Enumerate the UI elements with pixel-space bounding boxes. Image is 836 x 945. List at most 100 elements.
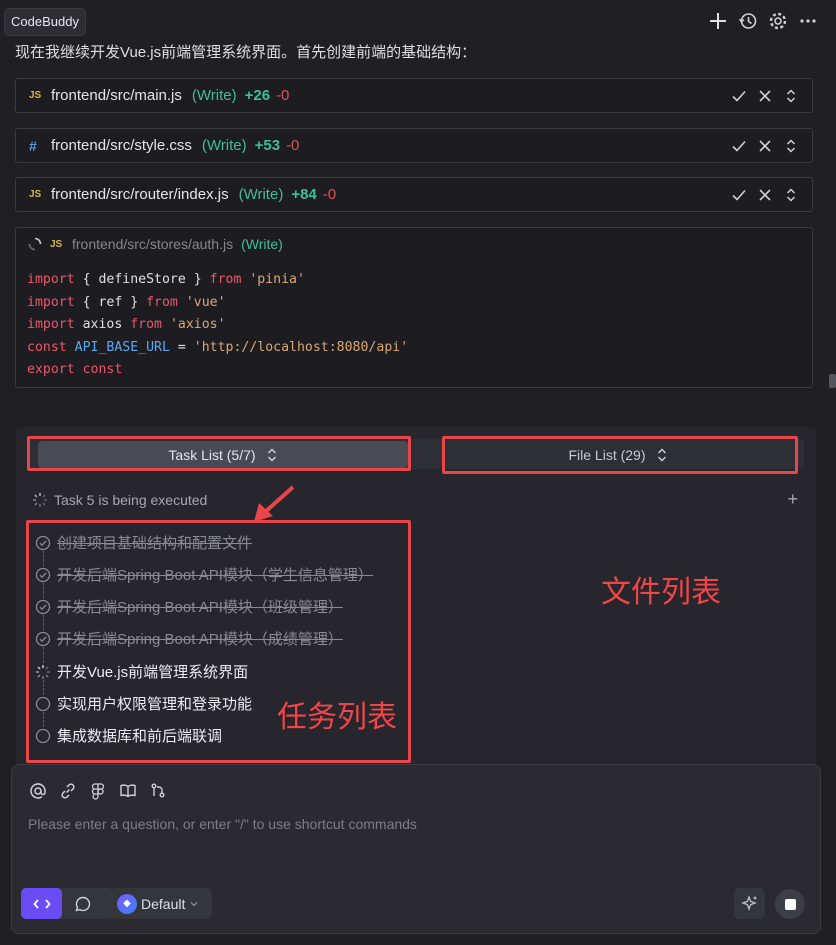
history-icon[interactable] [737, 10, 759, 32]
annotation-box-file-tab [442, 436, 798, 474]
file-card[interactable]: JS frontend/src/router/index.js (Write) … [15, 177, 813, 212]
reject-icon[interactable] [754, 85, 776, 107]
at-icon[interactable] [28, 781, 48, 801]
code-token: 'http://localhost:8080/api' [193, 339, 409, 355]
scrollbar-thumb[interactable] [829, 374, 836, 388]
branch-icon[interactable] [148, 781, 168, 801]
accept-icon[interactable] [728, 85, 750, 107]
stop-button[interactable] [775, 889, 805, 919]
enhance-prompt-button[interactable] [734, 888, 765, 919]
code-token: const [82, 362, 123, 378]
file-card[interactable]: JS frontend/src/main.js (Write) +26 -0 [15, 78, 813, 113]
check-circle-icon [35, 599, 51, 615]
lines-removed: -0 [286, 137, 300, 154]
app-title-tab[interactable]: CodeBuddy [4, 8, 86, 36]
task-label: 开发后端Spring Boot API模块（成绩管理） [57, 631, 343, 648]
file-action: (Write) [201, 137, 247, 154]
file-name[interactable]: frontend/src/main.js [51, 87, 182, 104]
expand-icon[interactable] [780, 85, 802, 107]
task-item[interactable]: 集成数据库和前后端联调 [35, 725, 222, 746]
code-token: 'axios' [169, 317, 226, 333]
file-card[interactable]: # frontend/src/style.css (Write) +53 -0 [15, 128, 813, 163]
check-circle-icon [35, 567, 51, 583]
code-token: import [27, 317, 75, 333]
js-file-icon: JS [50, 238, 63, 250]
lines-added: +84 [291, 186, 317, 203]
code-token: axios [74, 317, 131, 333]
figma-icon[interactable] [88, 781, 108, 801]
chevron-down-icon [189, 899, 199, 909]
status-text: Task 5 is being executed [54, 492, 208, 508]
css-file-icon: # [29, 137, 37, 154]
check-circle-icon [35, 631, 51, 647]
reject-icon[interactable] [754, 135, 776, 157]
empty-circle-icon [35, 696, 51, 712]
code-mode-button[interactable] [21, 888, 62, 919]
add-task-button[interactable]: + [787, 489, 798, 510]
code-token: export [27, 362, 75, 378]
code-token: = [169, 339, 194, 355]
mode-toggle[interactable] [21, 888, 113, 919]
chat-bubble-icon [74, 896, 90, 912]
code-icon [32, 898, 51, 909]
file-action: (Write) [191, 87, 237, 104]
task-item[interactable]: 开发后端Spring Boot API模块（成绩管理） [35, 628, 343, 649]
task-item[interactable]: 实现用户权限管理和登录功能 [35, 693, 252, 714]
lines-added: +53 [254, 137, 281, 154]
task-label: 开发Vue.js前端管理系统界面 [57, 664, 249, 681]
annotation-label-file-list: 文件列表 [601, 575, 721, 610]
code-token: import [27, 294, 75, 310]
code-token: { ref } [74, 294, 147, 310]
task-label: 开发后端Spring Boot API模块（班级管理） [57, 599, 343, 616]
task-panel: Task List (5/7) File List (29) Task 5 is… [16, 427, 816, 767]
file-name[interactable]: frontend/src/router/index.js [51, 186, 229, 203]
gear-icon[interactable] [767, 10, 789, 32]
assistant-message: 现在我继续开发Vue.js前端管理系统界面。首先创建前端的基础结构： [15, 44, 477, 61]
code-line: const API_BASE_URL = 'http://localhost:8… [27, 337, 408, 360]
question-input[interactable]: Please enter a question, or enter "/" to… [28, 816, 417, 832]
link-icon[interactable] [58, 781, 78, 801]
model-name: Default [141, 895, 186, 912]
annotation-label-task-list: 任务列表 [277, 700, 397, 735]
accept-icon[interactable] [728, 184, 750, 206]
book-icon[interactable] [118, 781, 138, 801]
file-name[interactable]: frontend/src/style.css [51, 137, 192, 154]
file-action: (Write) [238, 186, 284, 203]
code-token: from [146, 294, 178, 310]
more-icon[interactable] [797, 10, 819, 32]
chat-mode-button[interactable] [62, 888, 103, 919]
plus-icon[interactable] [707, 10, 729, 32]
task-label: 集成数据库和前后端联调 [57, 728, 223, 745]
model-selector[interactable]: ◆ Default [111, 888, 212, 919]
task-item[interactable]: 开发后端Spring Boot API模块（班级管理） [35, 596, 343, 617]
lines-added: +26 [244, 87, 271, 104]
stop-icon [784, 898, 796, 910]
lines-removed: -0 [276, 87, 290, 104]
chat-input-box[interactable]: Please enter a question, or enter "/" to… [11, 764, 821, 934]
task-label: 创建项目基础结构和配置文件 [57, 535, 253, 552]
task-item[interactable]: 开发Vue.js前端管理系统界面 [35, 661, 248, 682]
code-token: 'pinia' [249, 272, 305, 287]
expand-icon[interactable] [780, 135, 802, 157]
code-token: const [27, 339, 67, 355]
expand-icon[interactable] [780, 184, 802, 206]
file-action: (Write) [241, 236, 283, 252]
accept-icon[interactable] [728, 135, 750, 157]
js-file-icon: JS [29, 90, 42, 101]
annotation-arrow-icon [254, 485, 295, 522]
task-item[interactable]: 创建项目基础结构和配置文件 [35, 532, 252, 553]
code-token: 'vue' [185, 294, 226, 310]
code-token: from [209, 272, 242, 287]
empty-circle-icon [35, 728, 51, 744]
lines-removed: -0 [322, 186, 337, 203]
code-line: export const [27, 359, 408, 382]
code-token: import [27, 272, 75, 287]
code-token: from [130, 317, 162, 333]
reject-icon[interactable] [754, 184, 776, 206]
code-line: import { ref } from 'vue' [27, 292, 408, 315]
task-item[interactable]: 开发后端Spring Boot API模块（学生信息管理） [35, 564, 373, 585]
loading-spinner-icon [32, 492, 48, 508]
